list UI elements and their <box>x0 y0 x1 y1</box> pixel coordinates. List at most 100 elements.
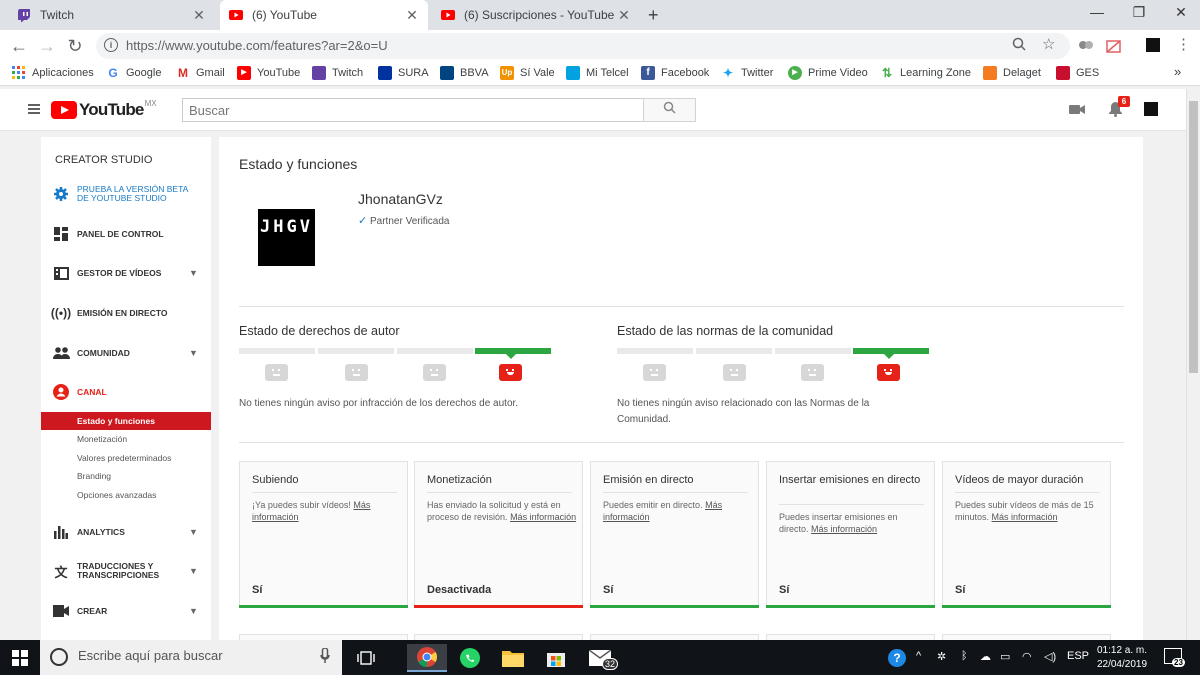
bookmark-apps[interactable]: Aplicaciones <box>12 66 94 80</box>
file-explorer-taskbar-icon[interactable] <box>493 644 533 672</box>
bookmark-bbva[interactable]: BBVA <box>440 66 489 80</box>
system-clock[interactable]: 01:12 a. m. 22/04/2019 <box>1092 644 1152 672</box>
search-button[interactable] <box>643 98 696 122</box>
bookmark-label: Delaget <box>1003 67 1041 79</box>
wifi-icon[interactable]: ◠ <box>1022 650 1032 663</box>
bookmark-ges[interactable]: GES <box>1056 66 1099 80</box>
copyright-status-description: No tienes ningún aviso por infracción de… <box>239 398 519 409</box>
divider <box>239 442 1124 443</box>
microphone-icon[interactable] <box>320 647 330 669</box>
sidebar-subitem-defaults[interactable]: Valores predeterminados <box>41 449 211 467</box>
video-manager-icon <box>52 264 70 282</box>
help-icon[interactable]: ? <box>888 649 906 667</box>
bookmarks-overflow[interactable]: » <box>1174 64 1181 79</box>
task-view-icon[interactable] <box>346 644 386 672</box>
more-info-link[interactable]: Más información <box>992 512 1058 522</box>
store-taskbar-icon[interactable] <box>536 644 576 672</box>
bookmark-gmail[interactable]: M Gmail <box>176 66 225 80</box>
tray-app-icon[interactable]: ✲ <box>937 650 946 663</box>
info-icon[interactable]: i <box>104 38 118 52</box>
sidebar-header: CREATOR STUDIO <box>55 154 153 166</box>
search-input[interactable] <box>183 99 643 121</box>
menu-icon[interactable]: ⋮ <box>1176 35 1191 53</box>
sidebar-subitem-branding[interactable]: Branding <box>41 467 211 485</box>
sidebar-item-create[interactable]: CREAR ▼ <box>41 599 211 623</box>
bookmark-youtube[interactable]: ▶ YouTube <box>237 66 300 80</box>
bookmark-google[interactable]: G Google <box>106 66 161 80</box>
channel-avatar[interactable]: JHGV <box>258 209 315 266</box>
youtube-logo[interactable]: YouTube MX <box>51 99 157 120</box>
feature-card-monetization: Monetización Has enviado la solicitud y … <box>414 461 583 608</box>
chrome-taskbar-icon[interactable] <box>407 644 447 672</box>
bookmark-sura[interactable]: SURA <box>378 66 429 80</box>
tab-twitch[interactable]: Twitch ✕ <box>8 0 215 30</box>
cortana-icon[interactable] <box>50 648 68 666</box>
bookmark-delaget[interactable]: Delaget <box>983 66 1041 80</box>
bookmark-twitter[interactable]: ✦ Twitter <box>721 66 773 80</box>
extension-icon[interactable] <box>1078 38 1094 52</box>
onedrive-icon[interactable]: ☁ <box>980 650 991 663</box>
close-icon[interactable]: ✕ <box>191 7 207 24</box>
sidebar-item-dashboard[interactable]: PANEL DE CONTROL <box>41 222 211 246</box>
chevron-up-icon[interactable]: ^ <box>916 650 921 662</box>
tab-suscripciones[interactable]: (6) Suscripciones - YouTube ✕ <box>432 0 640 30</box>
sidebar-item-channel[interactable]: CANAL <box>41 380 211 404</box>
bookmark-facebook[interactable]: f Facebook <box>641 66 709 80</box>
bluetooth-icon[interactable]: ᛒ <box>961 650 968 662</box>
hamburger-menu-icon[interactable] <box>28 104 40 114</box>
sidebar-item-community[interactable]: COMUNIDAD ▼ <box>41 341 211 365</box>
more-info-link[interactable]: Más información <box>811 524 877 534</box>
account-avatar[interactable] <box>1144 102 1158 116</box>
bookmark-mi-telcel[interactable]: Mi Telcel <box>566 66 629 80</box>
tab-youtube[interactable]: (6) YouTube ✕ <box>220 0 428 30</box>
sidebar-item-live[interactable]: ((•)) EMISIÓN EN DIRECTO <box>41 301 211 325</box>
taskbar-search-input[interactable] <box>78 648 308 663</box>
twitch-icon <box>312 66 326 80</box>
minimize-button[interactable]: — <box>1082 4 1112 20</box>
url-field[interactable]: i https://www.youtube.com/features?ar=2&… <box>96 33 1070 59</box>
whatsapp-taskbar-icon[interactable] <box>450 644 490 672</box>
chevron-down-icon[interactable]: ▼ <box>189 606 198 616</box>
close-window-button[interactable]: ✕ <box>1166 4 1196 21</box>
sidebar-item-beta[interactable]: PRUEBA LA VERSIÓN BETA DE YOUTUBE STUDIO <box>41 182 211 206</box>
more-info-link[interactable]: Más información <box>510 512 576 522</box>
sidebar-subitem-status[interactable]: Estado y funciones <box>41 412 211 430</box>
forward-button[interactable]: → <box>36 36 58 58</box>
back-button[interactable]: ← <box>8 36 30 58</box>
bookmark-prime-video[interactable]: ▶ Prime Video <box>788 66 868 80</box>
windows-start-icon[interactable] <box>12 650 28 671</box>
sidebar-subitem-advanced[interactable]: Opciones avanzadas <box>41 486 211 504</box>
zoom-icon[interactable] <box>1012 37 1026 56</box>
chevron-down-icon[interactable]: ▼ <box>189 566 198 576</box>
profile-avatar[interactable] <box>1146 38 1160 52</box>
si-vale-icon: Up <box>500 66 514 80</box>
sidebar-item-analytics[interactable]: ANALYTICS ▼ <box>41 520 211 544</box>
sidebar-item-translations[interactable]: 文 TRADUCCIONES Y TRANSCRIPCIONES ▼ <box>41 559 211 583</box>
chevron-down-icon[interactable]: ▼ <box>189 527 198 537</box>
extension-icon[interactable] <box>1106 38 1122 59</box>
chevron-down-icon[interactable]: ▼ <box>189 268 198 278</box>
bookmark-si-vale[interactable]: Up Sí Vale <box>500 66 555 80</box>
sidebar-subitem-monetization[interactable]: Monetización <box>41 430 211 448</box>
chevron-down-icon[interactable]: ▼ <box>189 348 198 358</box>
battery-icon[interactable]: ▭ <box>1000 650 1010 663</box>
sidebar-item-video-manager[interactable]: GESTOR DE VÍDEOS ▼ <box>41 261 211 285</box>
page-scrollbar[interactable] <box>1186 89 1200 640</box>
mail-taskbar-icon[interactable]: 32 <box>580 644 620 672</box>
star-icon[interactable]: ☆ <box>1042 35 1055 53</box>
bookmark-learning-zone[interactable]: ⇅ Learning Zone <box>880 66 971 80</box>
volume-icon[interactable]: ◁) <box>1044 650 1056 663</box>
scrollbar-thumb[interactable] <box>1189 101 1198 373</box>
tab-title: Twitch <box>40 8 75 22</box>
bookmark-twitch[interactable]: Twitch <box>312 66 363 80</box>
partner-status-label: Partner Verificada <box>370 216 450 227</box>
feature-status: Sí <box>955 584 966 596</box>
new-tab-button[interactable]: + <box>648 5 659 26</box>
close-icon[interactable]: ✕ <box>404 7 420 24</box>
close-icon[interactable]: ✕ <box>616 7 632 24</box>
check-icon: ✓ <box>358 215 368 227</box>
upload-camera-icon[interactable] <box>1068 102 1086 121</box>
maximize-button[interactable]: ❐ <box>1124 4 1154 21</box>
input-language[interactable]: ESP <box>1067 650 1089 662</box>
reload-button[interactable]: ↻ <box>64 36 86 58</box>
